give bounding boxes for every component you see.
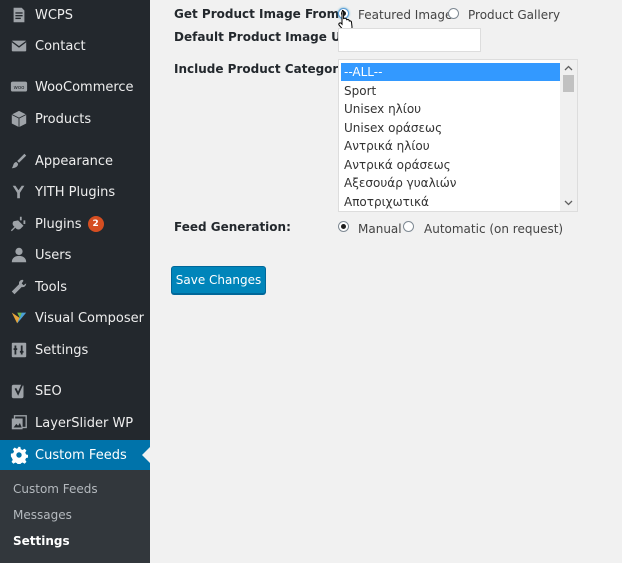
category-option[interactable]: Αντρικά οράσεως [341,156,561,174]
sidebar-item-layerslider[interactable]: LayerSlider WP [0,408,150,438]
sidebar-item-plugins[interactable]: Plugins 2 [0,209,150,239]
sidebar-item-users[interactable]: Users [0,240,150,270]
sidebar-item-label: YITH Plugins [35,184,116,200]
scroll-up-arrow-icon [564,65,573,71]
category-option[interactable]: Αντρικά ηλίου [341,137,561,155]
manual-option-label[interactable]: Manual [358,222,402,236]
gear-icon [9,445,29,465]
product-gallery-option-label[interactable]: Product Gallery [468,8,560,22]
submenu-item-settings[interactable]: Settings [13,534,70,548]
yoast-icon [9,381,29,401]
sidebar-item-products[interactable]: Products [0,104,150,134]
sidebar-item-woocommerce[interactable]: woo WooCommerce [0,72,150,102]
default-image-url-input[interactable] [338,28,481,52]
settings-icon [9,340,29,360]
feed-generation-label: Feed Generation: [174,220,291,234]
scroll-down-arrow-icon [564,200,573,206]
woocommerce-icon: woo [9,77,29,97]
save-changes-button[interactable]: Save Changes [171,266,266,294]
sidebar-item-label: Products [35,111,92,127]
category-option[interactable]: Αποτριχωτικά [341,193,561,211]
featured-image-option-label[interactable]: Featured Image [358,8,452,22]
sidebar-item-wcps[interactable]: WCPS [0,0,150,30]
sidebar-item-label: Custom Feeds [35,447,127,463]
custom-feeds-submenu: Custom Feeds Messages Settings [0,470,150,563]
submenu-item-custom-feeds[interactable]: Custom Feeds [13,482,98,496]
categories-listbox[interactable]: --ALL-- Sport Unisex ηλίου Unisex οράσεω… [338,59,578,212]
sidebar-item-label: Visual Composer [35,310,144,326]
manual-radio[interactable] [338,221,349,232]
update-count-badge: 2 [87,216,104,232]
sidebar-item-label: Users [35,247,72,263]
sidebar-item-label: SEO [35,383,62,399]
sidebar-item-custom-feeds[interactable]: Custom Feeds [0,440,150,470]
image-source-label: Get Product Image From: [174,7,344,21]
category-option-all[interactable]: --ALL-- [341,63,561,81]
sidebar-item-label: WCPS [35,7,74,23]
automatic-option-label[interactable]: Automatic (on request) [424,222,563,236]
sidebar-item-tools[interactable]: Tools [0,272,150,302]
sidebar-item-settings[interactable]: Settings [0,335,150,365]
sidebar-item-label: Contact [35,38,86,54]
automatic-radio[interactable] [403,221,414,232]
sidebar-item-yith-plugins[interactable]: YITH Plugins [0,177,150,207]
category-option[interactable]: Αξεσουάρ γυαλιών [341,174,561,192]
scrollbar-thumb [563,75,574,92]
admin-sidebar: WCPS Contact woo WooCommerce Products Ap… [0,0,150,563]
product-gallery-radio[interactable] [448,8,459,19]
mail-icon [9,36,29,56]
sidebar-item-label: Appearance [35,153,114,169]
categories-scrollbar[interactable] [560,60,577,211]
yith-icon [9,182,29,202]
sidebar-item-label: Settings [35,342,89,358]
category-option[interactable]: Sport [341,82,561,100]
categories-label: Include Product Categories: [174,62,363,76]
user-icon [9,245,29,265]
default-image-url-label: Default Product Image URL: [174,30,363,44]
svg-text:woo: woo [14,85,25,91]
plug-icon [9,214,29,234]
wrench-icon [9,277,29,297]
category-option[interactable]: Unisex ηλίου [341,100,561,118]
sidebar-item-visual-composer[interactable]: Visual Composer [0,303,150,333]
category-option[interactable]: Unisex οράσεως [341,119,561,137]
sidebar-item-label: Tools [35,279,68,295]
sidebar-item-label: LayerSlider WP [35,415,134,431]
layers-icon [9,413,29,433]
sidebar-item-label: WooCommerce [35,79,134,95]
cube-icon [9,109,29,129]
sidebar-item-label: Plugins [35,216,82,232]
sidebar-item-contact[interactable]: Contact [0,31,150,61]
sidebar-item-seo[interactable]: SEO [0,376,150,406]
sidebar-item-appearance[interactable]: Appearance [0,146,150,176]
submenu-item-messages[interactable]: Messages [13,508,72,522]
paintbrush-icon [9,151,29,171]
visual-composer-icon [9,308,29,328]
document-icon [9,5,29,25]
